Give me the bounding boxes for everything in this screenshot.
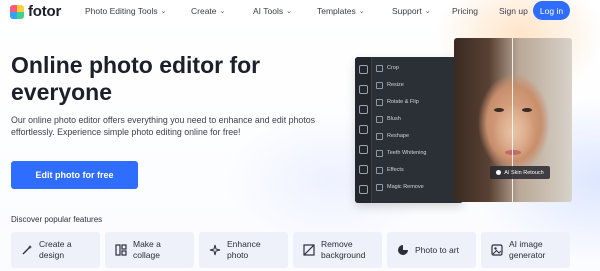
editor-menu-reshape: Reshape bbox=[376, 129, 461, 143]
blush-icon bbox=[376, 115, 383, 123]
remove-bg-icon bbox=[303, 244, 315, 256]
photo-eye-left bbox=[494, 108, 504, 112]
nav-label: Pricing bbox=[452, 6, 478, 16]
menu-label: Resize bbox=[387, 82, 404, 88]
menu-label: Rotate & Flip bbox=[387, 99, 419, 105]
top-nav: fotor Photo Editing Tools ⌄ Create ⌄ AI … bbox=[0, 0, 600, 22]
menu-label: Blush bbox=[387, 116, 401, 122]
effects-icon bbox=[359, 125, 368, 134]
feature-create-a-design[interactable]: Create a design bbox=[11, 232, 100, 268]
photo-lips bbox=[505, 150, 521, 155]
editor-menu-teeth-whitening: Teeth Whitening bbox=[376, 146, 461, 160]
nav-support[interactable]: Support ⌄ bbox=[392, 6, 431, 16]
badge-label: AI Skin Retouch bbox=[504, 169, 544, 176]
feature-enhance-photo[interactable]: Enhance photo bbox=[199, 232, 288, 268]
effects-menu-icon bbox=[376, 166, 383, 174]
frame-icon bbox=[359, 145, 368, 154]
text-icon bbox=[359, 185, 368, 194]
feature-photo-to-art[interactable]: Photo to art bbox=[387, 232, 476, 268]
sparkle-icon bbox=[209, 244, 221, 256]
feature-label: Photo to art bbox=[415, 244, 459, 255]
menu-label: Teeth Whitening bbox=[387, 150, 427, 156]
sticker-icon bbox=[359, 165, 368, 174]
feature-label: Create a design bbox=[39, 239, 72, 260]
reshape-icon bbox=[376, 132, 383, 140]
chevron-down-icon: ⌄ bbox=[424, 8, 431, 15]
chevron-down-icon: ⌄ bbox=[219, 8, 226, 15]
brand-name: fotor bbox=[28, 3, 62, 20]
feature-make-a-collage[interactable]: Make a collage bbox=[105, 232, 194, 268]
menu-label: Reshape bbox=[387, 133, 410, 139]
nav-label: Templates bbox=[317, 6, 356, 16]
art-icon bbox=[397, 244, 409, 256]
adjust-icon bbox=[359, 65, 368, 74]
editor-tool-rail bbox=[355, 57, 372, 203]
teeth-icon bbox=[376, 149, 383, 157]
editor-menu-crop: Crop bbox=[376, 61, 461, 75]
hero-description: Our online photo editor offers everythin… bbox=[11, 115, 316, 137]
feature-remove-background[interactable]: Remove background bbox=[293, 232, 382, 268]
chevron-down-icon: ⌄ bbox=[286, 8, 292, 15]
sliders-icon bbox=[359, 85, 368, 94]
feature-label: AI image generator bbox=[509, 239, 546, 260]
edit-photo-for-free-button[interactable]: Edit photo for free bbox=[11, 161, 138, 189]
ai-skin-retouch-badge: AI Skin Retouch bbox=[490, 166, 550, 179]
nav-sign-up[interactable]: Sign up bbox=[499, 6, 528, 16]
nav-photo-editing-tools[interactable]: Photo Editing Tools ⌄ bbox=[85, 6, 167, 16]
nav-pricing[interactable]: Pricing bbox=[452, 6, 478, 16]
feature-label: Enhance photo bbox=[227, 239, 261, 260]
log-in-button[interactable]: Log in bbox=[533, 1, 570, 20]
chevron-down-icon: ⌄ bbox=[160, 8, 167, 15]
fotor-logo-icon bbox=[10, 4, 24, 19]
beauty-icon bbox=[359, 105, 368, 114]
nav-templates[interactable]: Templates ⌄ bbox=[317, 6, 365, 16]
feature-ai-image-generator[interactable]: AI image generator bbox=[481, 232, 570, 268]
hero-title-line-2: everyone bbox=[11, 79, 113, 105]
editor-menu-effects: Effects bbox=[376, 163, 461, 177]
magic-wand-icon bbox=[21, 244, 33, 256]
nav-ai-tools[interactable]: AI Tools ⌄ bbox=[253, 6, 292, 16]
rotate-icon bbox=[376, 98, 383, 106]
collage-icon bbox=[115, 244, 127, 256]
fotor-logo[interactable]: fotor bbox=[10, 3, 61, 20]
editor-menu-blush: Blush bbox=[376, 112, 461, 126]
nav-label: AI Tools bbox=[253, 6, 284, 16]
hero-title: Online photo editor for everyone bbox=[11, 52, 341, 106]
menu-label: Magic Remove bbox=[387, 184, 424, 190]
editor-menu-rotate-flip: Rotate & Flip bbox=[376, 95, 461, 109]
hero-title-line-1: Online photo editor for bbox=[11, 52, 261, 78]
chevron-down-icon: ⌄ bbox=[358, 8, 365, 15]
nav-label: Create bbox=[191, 6, 217, 16]
sparkle-icon bbox=[496, 170, 502, 175]
nav-label: Sign up bbox=[499, 6, 528, 16]
crop-icon bbox=[376, 64, 383, 72]
feature-label: Remove background bbox=[321, 239, 366, 260]
editor-preview-panel: Crop Resize Rotate & Flip Blush Reshape … bbox=[355, 57, 463, 203]
menu-label: Crop bbox=[387, 65, 399, 71]
photo-eye-right bbox=[522, 108, 532, 112]
ai-image-icon bbox=[491, 244, 503, 256]
menu-label: Effects bbox=[387, 167, 404, 173]
nav-label: Photo Editing Tools bbox=[85, 6, 158, 16]
nav-create[interactable]: Create ⌄ bbox=[191, 6, 225, 16]
editor-menu-magic-remove: Magic Remove bbox=[376, 180, 461, 194]
feature-label: Make a collage bbox=[133, 239, 161, 260]
resize-icon bbox=[376, 81, 383, 89]
magic-remove-icon bbox=[376, 183, 383, 191]
nav-label: Support bbox=[392, 6, 422, 16]
features-heading: Discover popular features bbox=[11, 215, 103, 224]
editor-menu-resize: Resize bbox=[376, 78, 461, 92]
